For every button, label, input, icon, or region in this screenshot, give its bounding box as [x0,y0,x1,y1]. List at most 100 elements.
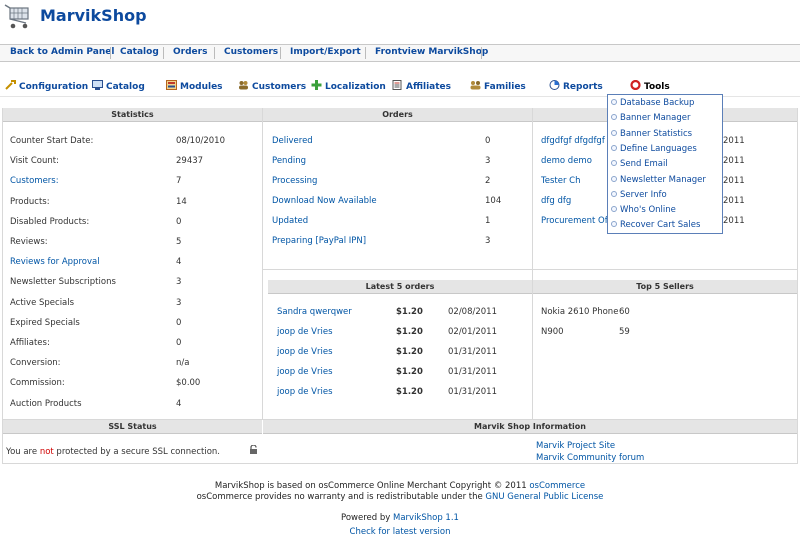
menu-catalog[interactable]: Catalog [92,80,145,92]
footer-powered: Powered by MarvikShop 1.1 [341,513,459,523]
tools-menu-item[interactable]: Define Languages [611,144,697,154]
order-status-count: 0 [485,136,491,146]
stat-label: Auction Products [10,398,82,409]
order-status-link[interactable]: Pending [272,156,306,166]
customer-date: 2011 [723,136,745,146]
families-icon [470,80,481,90]
tools-dropdown-menu: Database Backup Banner Manager Banner Stat… [607,94,723,234]
bullet-icon [611,114,617,121]
latest-order-customer-link[interactable]: joop de Vries [277,387,333,397]
latest-order-date: 01/31/2011 [448,387,497,397]
nav-import-export[interactable]: Import/Export [290,47,361,57]
tools-menu-item[interactable]: Who's Online [611,205,676,215]
stat-label: Disabled Products: [10,216,90,227]
menu-customers[interactable]: Customers [238,80,306,92]
stat-value: 0 [176,216,182,227]
stat-value: 7 [176,176,182,187]
order-status-count: 3 [485,156,491,166]
menu-localization[interactable]: Localization [311,80,386,92]
statistics-panel: Statistics [3,108,262,122]
stat-label: Newsletter Subscriptions [10,277,116,288]
stat-label: Active Specials [10,297,75,308]
customer-link[interactable]: Tester Ch [541,176,581,186]
top-seller-count: 60 [619,307,630,317]
footer-check-version: Check for latest version [0,527,800,537]
monitor-icon [92,80,103,90]
latest-order-customer-link[interactable]: joop de Vries [277,347,333,357]
stat-label: Affiliates: [10,338,50,348]
latest-order-customer-link[interactable]: joop de Vries [277,367,333,377]
ssl-status-panel: SSL Status [3,420,262,434]
menu-tools[interactable]: Tools [630,79,670,92]
stat-value: 4 [176,257,182,268]
wrench-icon [5,80,16,90]
shop-info-panel: Marvik Shop Information [263,420,797,434]
tools-menu-item[interactable]: Database Backup [611,98,694,108]
order-status-link[interactable]: Download Now Available [272,196,377,206]
gpl-link[interactable]: GNU General Public License [485,492,603,502]
nav-orders[interactable]: Orders [173,47,207,57]
order-status-count: 104 [485,196,502,206]
customer-date: 2011 [723,156,745,166]
stat-label: Reviews: [10,237,48,247]
stat-value: 08/10/2010 [176,136,225,146]
tools-menu-item[interactable]: Banner Statistics [611,129,692,139]
stat-label: Commission: [10,378,65,389]
marvik-project-site-link[interactable]: Marvik Project Site [536,441,615,451]
tools-menu-item[interactable]: Banner Manager [611,113,691,123]
latest-order-date: 02/08/2011 [448,307,497,317]
order-status-link[interactable]: Processing [272,176,317,186]
latest-order-customer-link[interactable]: Sandra qwerqwer [277,307,352,317]
customer-date: 2011 [723,176,745,186]
oscommerce-link[interactable]: osCommerce [529,481,585,491]
shop-info-header: Marvik Shop Information [263,420,797,434]
latest-orders-panel: Latest 5 orders [268,280,532,294]
tools-menu-item[interactable]: Send Email [611,159,668,169]
top-seller-product: N900 [541,327,564,337]
order-status-count: 1 [485,216,491,226]
stat-value: 3 [176,277,182,288]
customer-link[interactable]: dfgdfgf dfgdfgf [541,136,605,146]
menu-reports[interactable]: Reports [549,80,603,92]
bullet-icon [611,99,617,105]
nav-back-to-admin-panel[interactable]: Back to Admin Panel [10,47,114,57]
nav-catalog[interactable]: Catalog [120,47,159,57]
order-status-link[interactable]: Preparing [PayPal IPN] [272,236,366,246]
customer-link[interactable]: dfg dfg [541,196,571,206]
menu-affiliates[interactable]: Affiliates [392,80,451,92]
marvik-community-forum-link[interactable]: Marvik Community forum [536,453,644,463]
latest-orders-header: Latest 5 orders [268,280,532,294]
ssl-status-header: SSL Status [3,420,262,434]
stat-value: n/a [176,358,190,369]
stat-value: 5 [176,237,182,247]
menu-modules[interactable]: Modules [166,80,223,92]
stat-label[interactable]: Reviews for Approval [10,257,100,267]
orders-panel: Orders [263,108,532,122]
top-sellers-panel: Top 5 Sellers [533,280,797,294]
bullet-icon [611,144,617,151]
lock-icon [249,444,258,457]
stat-value: 0 [176,317,182,328]
tools-menu-item[interactable]: Newsletter Manager [611,175,706,185]
footer-copyright: MarvikShop is based on osCommerce Online… [214,481,586,491]
customer-link[interactable]: demo demo [541,156,592,166]
stat-label[interactable]: Customers: [10,176,59,186]
check-latest-version-link[interactable]: Check for latest version [350,527,451,537]
plus-icon [311,80,322,90]
order-status-link[interactable]: Updated [272,216,308,226]
shopping-cart-logo-icon [4,2,34,30]
stat-label: Conversion: [10,358,61,369]
stat-value: 29437 [176,156,204,167]
menu-configuration[interactable]: Configuration [5,80,88,92]
nav-customers[interactable]: Customers [224,47,278,57]
order-status-link[interactable]: Delivered [272,136,313,146]
latest-order-amount: $1.20 [396,307,423,317]
tools-menu-item[interactable]: Recover Cart Sales [611,220,700,230]
latest-order-customer-link[interactable]: joop de Vries [277,327,333,337]
nav-frontview[interactable]: Frontview MarvikShop [375,47,488,57]
latest-order-date: 01/31/2011 [448,367,497,377]
tools-menu-item[interactable]: Server Info [611,190,667,200]
top-seller-product: Nokia 2610 Phone [541,307,619,317]
menu-families[interactable]: Families [470,80,526,92]
marvikshop-version-link[interactable]: MarvikShop 1.1 [393,513,459,523]
